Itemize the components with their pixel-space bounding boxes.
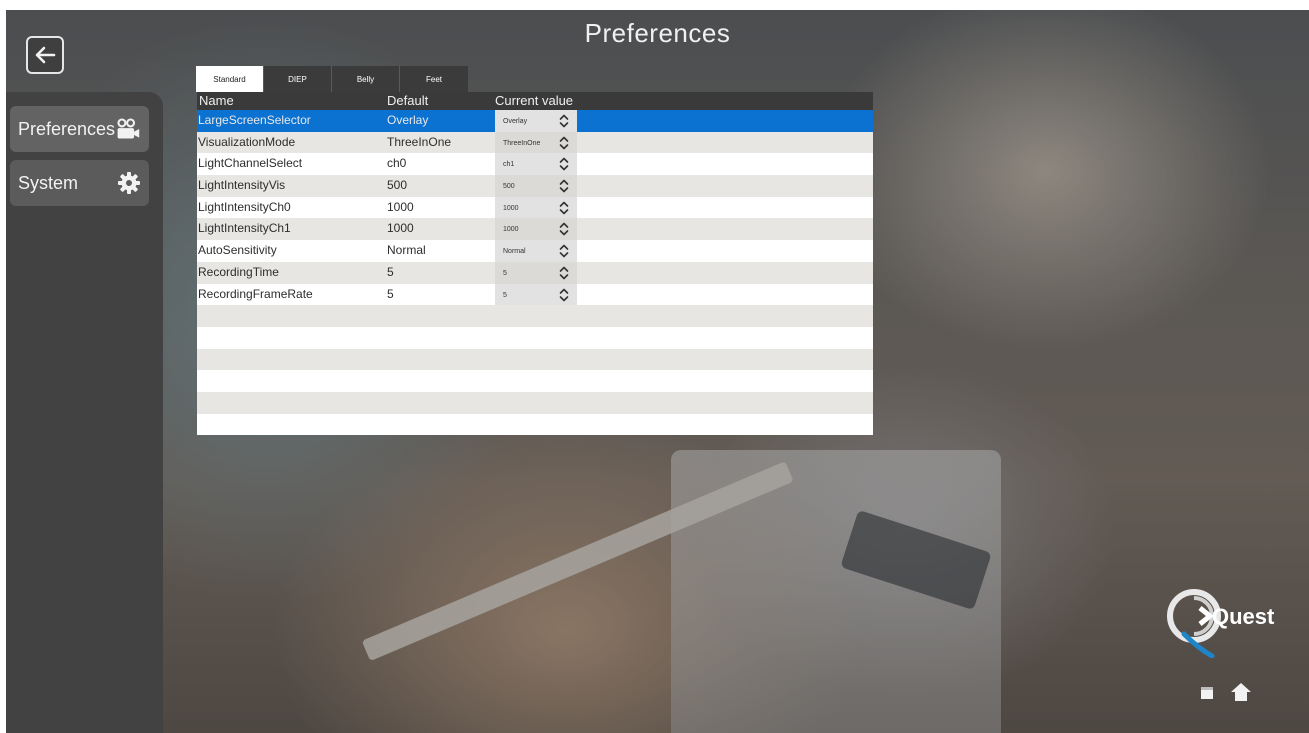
table-header: Name Default Current value — [197, 92, 873, 110]
cell-name: LightChannelSelect — [198, 156, 303, 171]
current-value-spinner[interactable]: 1000 — [495, 218, 577, 241]
quest-logo: Quest — [1167, 589, 1275, 658]
sidebar-item-system[interactable]: System — [10, 160, 149, 206]
table-row — [197, 348, 873, 371]
video-camera-icon — [117, 118, 140, 139]
current-value-spinner[interactable]: ch1 — [495, 153, 577, 176]
table-row — [197, 305, 873, 327]
column-header-name: Name — [199, 93, 234, 108]
table-row[interactable]: LargeScreenSelector Overlay Overlay — [197, 110, 873, 132]
table-row — [197, 413, 873, 436]
chevron-up-down-icon[interactable] — [559, 243, 569, 259]
table-row[interactable]: LightIntensityCh0 1000 1000 — [197, 196, 873, 219]
gear-icon — [118, 172, 140, 194]
sidebar-item-preferences[interactable]: Preferences — [10, 106, 149, 152]
chevron-up-down-icon[interactable] — [559, 113, 569, 129]
current-value-spinner[interactable]: 5 — [495, 261, 577, 284]
chevron-up-down-icon[interactable] — [559, 221, 569, 237]
sidebar-item-label: System — [18, 172, 79, 193]
logo-text: Quest — [1212, 604, 1275, 629]
tab-diep[interactable]: DIEP — [264, 66, 332, 92]
profile-tabs: Standard DIEP Belly Feet — [196, 66, 468, 92]
current-value-spinner[interactable]: 1000 — [495, 196, 577, 219]
table-body: LargeScreenSelector Overlay Overlay Visuali… — [197, 110, 873, 436]
table-row[interactable]: VisualizationMode ThreeInOne ThreeInOne — [197, 131, 873, 154]
cell-default: ThreeInOne — [387, 134, 452, 149]
table-row[interactable]: LightChannelSelect ch0 ch1 — [197, 153, 873, 176]
cell-name: LargeScreenSelector — [198, 113, 311, 127]
current-value: 5 — [503, 269, 507, 277]
table-row — [197, 326, 873, 349]
cell-name: VisualizationMode — [198, 134, 296, 149]
cell-default: 1000 — [387, 221, 414, 236]
current-value: 500 — [503, 183, 515, 191]
cell-name: RecordingTime — [198, 264, 279, 279]
cell-name: LightIntensityCh1 — [198, 221, 291, 236]
cell-name: AutoSensitivity — [198, 243, 277, 258]
chevron-up-down-icon[interactable] — [559, 178, 569, 194]
current-value-spinner[interactable]: Overlay — [495, 110, 577, 132]
arrow-left-icon — [35, 46, 56, 64]
page-title: Preferences — [584, 18, 731, 48]
tab-standard[interactable]: Standard — [196, 66, 264, 92]
current-value: 1000 — [503, 204, 519, 212]
current-value: Overlay — [503, 118, 528, 125]
column-header-default: Default — [387, 93, 429, 108]
current-value: ThreeInOne — [503, 139, 541, 147]
current-value: 5 — [503, 291, 507, 299]
chevron-up-down-icon[interactable] — [559, 287, 569, 303]
window-icon[interactable] — [1200, 686, 1214, 700]
table-row — [197, 370, 873, 392]
back-button[interactable] — [26, 36, 64, 74]
cell-default: Normal — [387, 243, 426, 258]
preferences-table: Name Default Current value LargeScreenSe… — [197, 92, 873, 436]
cell-default: 1000 — [387, 199, 414, 214]
table-row[interactable]: RecordingTime 5 5 — [197, 261, 873, 284]
chevron-up-down-icon[interactable] — [559, 200, 569, 216]
cell-default: 5 — [387, 264, 394, 279]
table-row — [197, 391, 873, 414]
tab-feet[interactable]: Feet — [400, 66, 468, 92]
current-value-spinner[interactable]: Normal — [495, 240, 577, 263]
table-row[interactable]: AutoSensitivity Normal Normal — [197, 240, 873, 263]
column-header-current: Current value — [495, 93, 574, 108]
current-value-spinner[interactable]: 500 — [495, 175, 577, 198]
table-row[interactable]: LightIntensityCh1 1000 1000 — [197, 218, 873, 241]
sidebar-item-label: Preferences — [18, 118, 116, 139]
chevron-up-down-icon[interactable] — [559, 135, 569, 151]
current-value-spinner[interactable]: 5 — [495, 283, 577, 306]
cell-default: ch0 — [387, 156, 407, 171]
cell-default: 500 — [387, 178, 408, 193]
home-icon[interactable] — [1230, 682, 1252, 702]
tab-belly[interactable]: Belly — [332, 66, 400, 92]
cell-default: Overlay — [387, 113, 429, 127]
table-row[interactable]: RecordingFrameRate 5 5 — [197, 283, 873, 306]
current-value: 1000 — [503, 226, 519, 234]
current-value: Normal — [503, 248, 526, 256]
cell-name: LightIntensityCh0 — [198, 199, 291, 214]
current-value: ch1 — [503, 161, 515, 169]
cell-name: LightIntensityVis — [198, 178, 286, 193]
app-window: Preferences Preferences System Standard … — [6, 10, 1309, 733]
chevron-up-down-icon[interactable] — [559, 156, 569, 172]
chevron-up-down-icon[interactable] — [559, 265, 569, 281]
table-row[interactable]: LightIntensityVis 500 500 — [197, 175, 873, 198]
sidebar: Preferences System — [6, 36, 163, 733]
current-value-spinner[interactable]: ThreeInOne — [495, 131, 577, 154]
cell-name: RecordingFrameRate — [198, 286, 313, 301]
cell-default: 5 — [387, 286, 394, 301]
